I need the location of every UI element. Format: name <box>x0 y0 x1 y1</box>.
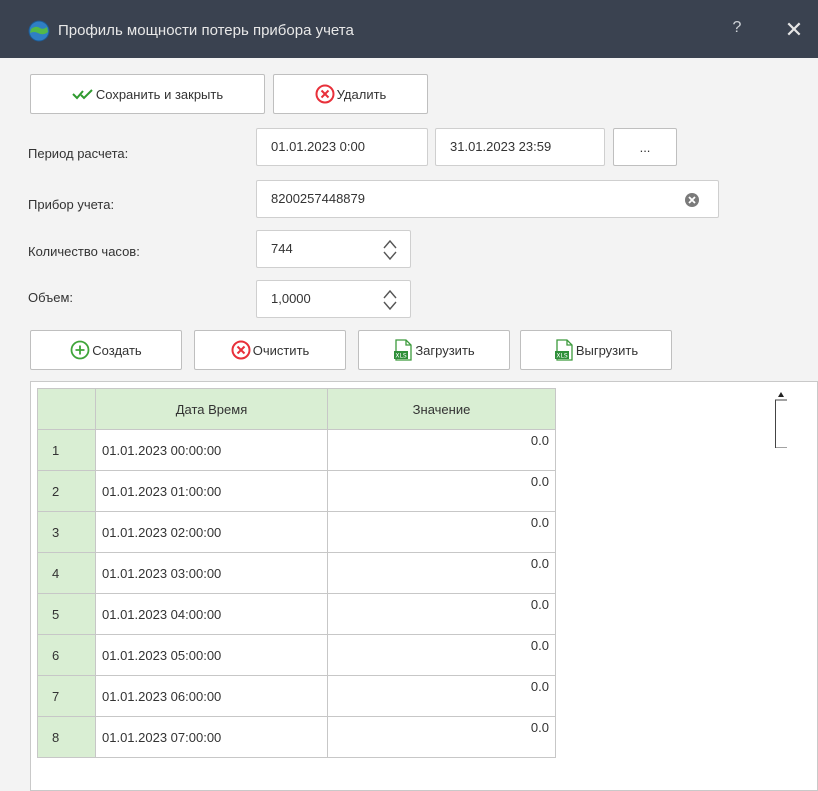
globe-icon <box>28 20 50 42</box>
table-row[interactable]: 7 01.01.2023 06:00:00 0.0 <box>37 675 556 717</box>
vertical-scrollbar[interactable] <box>775 388 787 448</box>
hours-value: 744 <box>271 241 293 256</box>
volume-stepper[interactable]: 1,0000 <box>256 280 411 318</box>
datetime-cell[interactable]: 01.01.2023 02:00:00 <box>95 511 328 553</box>
period-end-field[interactable]: 31.01.2023 23:59 <box>435 128 605 166</box>
value-cell[interactable]: 0.0 <box>327 470 556 512</box>
delete-label: Удалить <box>336 86 387 102</box>
xls-file-icon: XLS <box>394 339 412 361</box>
spinner-arrows-icon[interactable] <box>382 238 398 262</box>
volume-value: 1,0000 <box>271 291 311 306</box>
create-label: Создать <box>92 342 142 358</box>
volume-label: Объем: <box>28 290 74 305</box>
table-row[interactable]: 1 01.01.2023 00:00:00 0.0 <box>37 429 556 471</box>
plus-circle-icon <box>70 340 90 360</box>
check-icon <box>72 89 93 100</box>
datetime-cell[interactable]: 01.01.2023 07:00:00 <box>95 716 328 758</box>
clear-button[interactable]: Очистить <box>194 330 346 370</box>
help-button[interactable]: ? <box>726 19 748 43</box>
table-row[interactable]: 5 01.01.2023 04:00:00 0.0 <box>37 593 556 635</box>
data-grid: Дата Время Значение 1 01.01.2023 00:00:0… <box>37 388 556 758</box>
row-number: 8 <box>37 716 96 758</box>
row-number: 7 <box>37 675 96 717</box>
row-number: 1 <box>37 429 96 471</box>
datetime-cell[interactable]: 01.01.2023 06:00:00 <box>95 675 328 717</box>
close-button[interactable]: ✕ <box>780 16 808 44</box>
value-cell[interactable]: 0.0 <box>327 552 556 594</box>
row-number: 2 <box>37 470 96 512</box>
meter-value: 8200257448879 <box>271 191 365 206</box>
period-label: Период расчета: <box>28 146 129 161</box>
value-cell[interactable]: 0.0 <box>327 593 556 635</box>
row-number: 4 <box>37 552 96 594</box>
save-and-close-label: Сохранить и закрыть <box>95 86 224 102</box>
row-number: 3 <box>37 511 96 553</box>
value-cell[interactable]: 0.0 <box>327 511 556 553</box>
table-row[interactable]: 4 01.01.2023 03:00:00 0.0 <box>37 552 556 594</box>
datetime-header[interactable]: Дата Время <box>95 388 328 430</box>
value-cell[interactable]: 0.0 <box>327 716 556 758</box>
grid-header-row: Дата Время Значение <box>37 388 556 430</box>
dialog-content: Сохранить и закрыть Удалить Период расче… <box>0 58 818 791</box>
row-number: 5 <box>37 593 96 635</box>
value-cell[interactable]: 0.0 <box>327 429 556 471</box>
period-select-label: ... <box>639 139 651 155</box>
hours-label: Количество часов: <box>28 244 140 259</box>
dialog-window: Профиль мощности потерь прибора учета ? … <box>0 0 818 791</box>
value-header[interactable]: Значение <box>327 388 556 430</box>
load-button[interactable]: XLS Загрузить <box>358 330 510 370</box>
export-button[interactable]: XLS Выгрузить <box>520 330 672 370</box>
title-bar: Профиль мощности потерь прибора учета ? … <box>0 0 818 58</box>
meter-field[interactable]: 8200257448879 <box>256 180 719 218</box>
spinner-arrows-icon[interactable] <box>382 288 398 312</box>
svg-text:XLS: XLS <box>396 353 407 360</box>
table-row[interactable]: 8 01.01.2023 07:00:00 0.0 <box>37 716 556 758</box>
save-and-close-button[interactable]: Сохранить и закрыть <box>30 74 265 114</box>
row-number: 6 <box>37 634 96 676</box>
datetime-cell[interactable]: 01.01.2023 01:00:00 <box>95 470 328 512</box>
data-grid-panel: Дата Время Значение 1 01.01.2023 00:00:0… <box>30 381 818 791</box>
datetime-cell[interactable]: 01.01.2023 05:00:00 <box>95 634 328 676</box>
delete-circle-icon <box>315 84 335 104</box>
clear-circle-icon <box>231 340 251 360</box>
datetime-cell[interactable]: 01.01.2023 03:00:00 <box>95 552 328 594</box>
export-label: Выгрузить <box>575 342 639 358</box>
table-row[interactable]: 6 01.01.2023 05:00:00 0.0 <box>37 634 556 676</box>
table-row[interactable]: 2 01.01.2023 01:00:00 0.0 <box>37 470 556 512</box>
period-select-button[interactable]: ... <box>613 128 677 166</box>
value-cell[interactable]: 0.0 <box>327 634 556 676</box>
svg-text:XLS: XLS <box>556 353 567 360</box>
table-row[interactable]: 3 01.01.2023 02:00:00 0.0 <box>37 511 556 553</box>
create-button[interactable]: Создать <box>30 330 182 370</box>
value-cell[interactable]: 0.0 <box>327 675 556 717</box>
clear-field-icon[interactable] <box>684 192 700 208</box>
datetime-cell[interactable]: 01.01.2023 04:00:00 <box>95 593 328 635</box>
load-label: Загрузить <box>415 342 475 358</box>
window-title: Профиль мощности потерь прибора учета <box>58 22 354 39</box>
xls-file-icon: XLS <box>554 339 573 361</box>
meter-label: Прибор учета: <box>28 197 115 212</box>
row-number-header[interactable] <box>37 388 96 430</box>
clear-label: Очистить <box>252 342 310 358</box>
delete-button[interactable]: Удалить <box>273 74 428 114</box>
hours-stepper[interactable]: 744 <box>256 230 411 268</box>
datetime-cell[interactable]: 01.01.2023 00:00:00 <box>95 429 328 471</box>
period-start-field[interactable]: 01.01.2023 0:00 <box>256 128 428 166</box>
